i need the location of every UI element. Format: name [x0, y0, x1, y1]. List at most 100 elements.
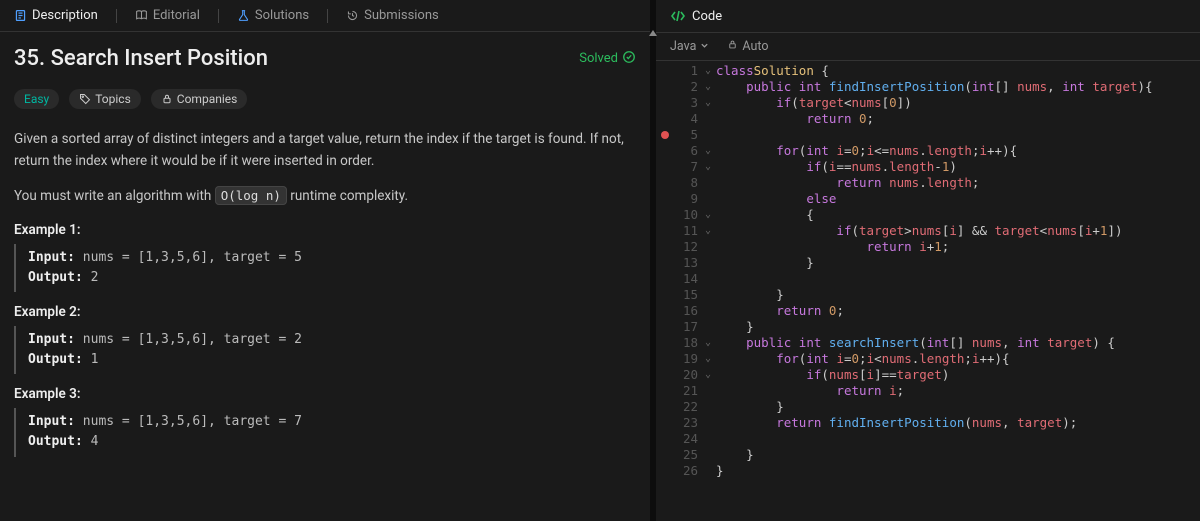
- code-line[interactable]: 10⌄ {: [656, 207, 1200, 223]
- code-text[interactable]: }: [716, 255, 814, 271]
- code-line[interactable]: 17 }: [656, 319, 1200, 335]
- line-number: 24: [674, 431, 700, 447]
- fold-gutter[interactable]: ⌄: [700, 143, 716, 159]
- code-text[interactable]: return i+1;: [716, 239, 949, 255]
- code-line[interactable]: 9 else: [656, 191, 1200, 207]
- tab-label: Editorial: [153, 8, 200, 23]
- breakpoint-dot[interactable]: [661, 131, 669, 139]
- code-line[interactable]: 1⌄classSolution {: [656, 63, 1200, 79]
- line-number: 4: [674, 111, 700, 127]
- code-text[interactable]: return i;: [716, 383, 904, 399]
- code-line[interactable]: 24: [656, 431, 1200, 447]
- code-line[interactable]: 14: [656, 271, 1200, 287]
- breakpoint-gutter[interactable]: [656, 127, 674, 143]
- difficulty-chip[interactable]: Easy: [14, 89, 59, 109]
- lock-icon: [727, 39, 738, 54]
- problem-chips: Easy Topics Companies: [14, 89, 636, 109]
- companies-chip[interactable]: Companies: [151, 89, 248, 109]
- code-text[interactable]: if(target>nums[i] && target<nums[i+1]): [716, 223, 1123, 239]
- check-circle-icon: [622, 50, 636, 68]
- code-text[interactable]: public int searchInsert(int[] nums, int …: [716, 335, 1115, 351]
- fold-gutter[interactable]: ⌄: [700, 335, 716, 351]
- tab-editorial[interactable]: Editorial: [135, 8, 200, 23]
- code-text[interactable]: else: [716, 191, 836, 207]
- line-number: 14: [674, 271, 700, 287]
- solved-label: Solved: [579, 51, 618, 66]
- code-text[interactable]: classSolution {: [716, 63, 829, 79]
- code-line[interactable]: 25 }: [656, 447, 1200, 463]
- code-text[interactable]: }: [716, 447, 754, 463]
- code-line[interactable]: 15 }: [656, 287, 1200, 303]
- fold-gutter[interactable]: ⌄: [700, 79, 716, 95]
- code-title: Code: [692, 9, 722, 24]
- example-block: Input: nums = [1,3,5,6], target = 7Outpu…: [14, 408, 636, 456]
- code-line[interactable]: 16 return 0;: [656, 303, 1200, 319]
- line-number: 12: [674, 239, 700, 255]
- fold-gutter[interactable]: ⌄: [700, 63, 716, 79]
- code-text[interactable]: for(int i=0;i<=nums.length;i++){: [716, 143, 1017, 159]
- code-text[interactable]: }: [716, 399, 784, 415]
- code-text[interactable]: if(nums[i]==target): [716, 367, 949, 383]
- line-number: 25: [674, 447, 700, 463]
- line-number: 5: [674, 127, 700, 143]
- fold-gutter[interactable]: ⌄: [700, 351, 716, 367]
- code-line[interactable]: 2⌄ public int findInsertPosition(int[] n…: [656, 79, 1200, 95]
- code-line[interactable]: 13 }: [656, 255, 1200, 271]
- auto-toggle[interactable]: Auto: [727, 39, 768, 54]
- code-line[interactable]: 11⌄ if(target>nums[i] && target<nums[i+1…: [656, 223, 1200, 239]
- example-block: Input: nums = [1,3,5,6], target = 5Outpu…: [14, 244, 636, 292]
- tab-label: Description: [32, 8, 98, 23]
- line-number: 2: [674, 79, 700, 95]
- code-line[interactable]: 8 return nums.length;: [656, 175, 1200, 191]
- code-text[interactable]: }: [716, 287, 784, 303]
- tab-label: Solutions: [255, 8, 309, 23]
- code-line[interactable]: 23 return findInsertPosition(nums, targe…: [656, 415, 1200, 431]
- tab-separator: [327, 9, 328, 23]
- line-number: 16: [674, 303, 700, 319]
- code-line[interactable]: 3⌄ if(target<nums[0]): [656, 95, 1200, 111]
- code-line[interactable]: 26}: [656, 463, 1200, 479]
- code-text[interactable]: if(i==nums.length-1): [716, 159, 957, 175]
- code-text[interactable]: }: [716, 463, 724, 479]
- code-text[interactable]: {: [716, 207, 814, 223]
- topics-chip[interactable]: Topics: [69, 89, 141, 109]
- language-selector[interactable]: Java: [670, 39, 709, 54]
- tab-description[interactable]: Description: [14, 8, 98, 23]
- code-line[interactable]: 5: [656, 127, 1200, 143]
- line-number: 8: [674, 175, 700, 191]
- code-editor[interactable]: 1⌄classSolution {2⌄ public int findInser…: [656, 61, 1200, 521]
- line-number: 26: [674, 463, 700, 479]
- code-text[interactable]: for(int i=0;i<nums.length;i++){: [716, 351, 1010, 367]
- code-line[interactable]: 20⌄ if(nums[i]==target): [656, 367, 1200, 383]
- line-number: 3: [674, 95, 700, 111]
- fold-gutter[interactable]: ⌄: [700, 207, 716, 223]
- code-text[interactable]: return findInsertPosition(nums, target);: [716, 415, 1077, 431]
- code-text[interactable]: public int findInsertPosition(int[] nums…: [716, 79, 1153, 95]
- problem-description-2: You must write an algorithm with O(log n…: [14, 186, 636, 208]
- code-text[interactable]: }: [716, 319, 754, 335]
- code-line[interactable]: 21 return i;: [656, 383, 1200, 399]
- line-number: 10: [674, 207, 700, 223]
- code-line[interactable]: 19⌄ for(int i=0;i<nums.length;i++){: [656, 351, 1200, 367]
- tab-submissions[interactable]: Submissions: [346, 8, 439, 23]
- code-line[interactable]: 6⌄ for(int i=0;i<=nums.length;i++){: [656, 143, 1200, 159]
- solved-badge: Solved: [579, 50, 636, 68]
- problem-pane: Description Editorial Solutions: [0, 0, 650, 521]
- auto-label: Auto: [742, 39, 768, 54]
- code-text[interactable]: return 0;: [716, 303, 844, 319]
- code-line[interactable]: 12 return i+1;: [656, 239, 1200, 255]
- code-text[interactable]: return 0;: [716, 111, 874, 127]
- fold-gutter[interactable]: ⌄: [700, 95, 716, 111]
- code-line[interactable]: 22 }: [656, 399, 1200, 415]
- fold-gutter[interactable]: ⌄: [700, 223, 716, 239]
- code-line[interactable]: 7⌄ if(i==nums.length-1): [656, 159, 1200, 175]
- code-line[interactable]: 18⌄ public int searchInsert(int[] nums, …: [656, 335, 1200, 351]
- tab-solutions[interactable]: Solutions: [237, 8, 309, 23]
- code-text[interactable]: if(target<nums[0]): [716, 95, 912, 111]
- line-number: 22: [674, 399, 700, 415]
- code-text[interactable]: return nums.length;: [716, 175, 979, 191]
- line-number: 9: [674, 191, 700, 207]
- code-line[interactable]: 4 return 0;: [656, 111, 1200, 127]
- fold-gutter[interactable]: ⌄: [700, 367, 716, 383]
- fold-gutter[interactable]: ⌄: [700, 159, 716, 175]
